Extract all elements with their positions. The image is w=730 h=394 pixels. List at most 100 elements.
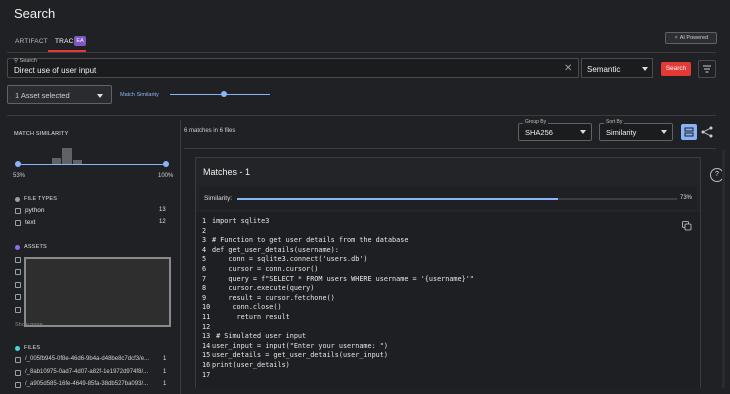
line-number: 9	[202, 293, 207, 302]
line-number: 1	[202, 217, 207, 225]
code-text: query = f"SELECT * FROM users WHERE user…	[212, 274, 474, 283]
code-line: 11 return result	[202, 313, 290, 321]
graph-view-button[interactable]	[699, 124, 715, 140]
sparkle-icon: ✧	[673, 35, 679, 41]
line-number: 4	[202, 245, 207, 254]
similarity-fill	[237, 198, 559, 200]
code-line: 1 import sqlite3	[202, 217, 269, 225]
line-number: 16	[202, 361, 211, 369]
file-type-checkbox[interactable]	[15, 220, 21, 226]
code-text: import sqlite3	[212, 217, 270, 225]
show-more-link[interactable]: Show more	[15, 322, 43, 328]
code-text: user_details = get_user_details(user_inp…	[212, 351, 388, 360]
code-line: 3 # Function to get user details from the…	[202, 236, 408, 244]
copy-button[interactable]	[682, 221, 692, 231]
file-checkbox[interactable]	[15, 357, 21, 363]
chevron-down-icon	[97, 94, 103, 98]
filter-button[interactable]	[698, 60, 716, 78]
code-text: cursor = conn.cursor()	[212, 265, 319, 273]
code-text: user_input = input("Enter your username:…	[212, 341, 388, 350]
ai-powered-button[interactable]: ✧ AI Powered	[665, 32, 717, 44]
code-line: 15 user_details = get_user_details(user_i…	[202, 351, 388, 359]
code-line: 5 conn = sqlite3.connect('users.db')	[202, 255, 368, 263]
file-path: /_8ab10975-0ad7-4d07-a82f-1e1972d974f8/.…	[25, 369, 149, 375]
code-line: 6 cursor = conn.cursor()	[202, 265, 318, 273]
share-graph-icon	[701, 126, 713, 138]
code-text: result = cursor.fetchone()	[212, 293, 335, 302]
tab-artifact[interactable]: ARTIFACT	[15, 38, 48, 45]
search-mode-value: Semantic	[587, 65, 621, 74]
line-number: 13	[202, 332, 211, 341]
range-min-handle[interactable]	[15, 161, 21, 167]
line-number: 15	[202, 351, 211, 360]
search-query-value[interactable]: Direct use of user input	[14, 66, 96, 75]
similarity-percent: 73%	[680, 195, 693, 201]
code-line: 7 query = f"SELECT * FROM users WHERE us…	[202, 275, 474, 283]
files-dot	[15, 346, 20, 351]
code-line: 9 result = cursor.fetchone()	[202, 294, 335, 302]
match-similarity-title: MATCH SIMILARITY	[14, 131, 69, 137]
similarity-label: Similarity:	[204, 195, 233, 202]
assets-title: ASSETS	[24, 244, 47, 250]
file-path: /_005fb945-0f8e-46d6-9b4a-d48be8c7dcf3/e…	[25, 356, 150, 362]
file-type-count: 12	[159, 219, 166, 225]
range-max-label: 100%	[158, 173, 174, 179]
file-type-checkbox[interactable]	[15, 208, 21, 214]
similarity-range-slider[interactable]	[18, 164, 166, 165]
chevron-down-icon	[580, 130, 586, 134]
line-number: 7	[202, 274, 207, 283]
sort-by-label: Sort By	[604, 119, 625, 125]
match-similarity-handle[interactable]	[221, 91, 227, 97]
range-max-handle[interactable]	[163, 161, 169, 167]
code-line: 16 print(user_details)	[202, 361, 290, 369]
copy-icon	[682, 221, 692, 231]
chevron-down-icon	[642, 67, 648, 71]
clear-icon[interactable]: ✕	[564, 63, 572, 74]
asset-checkbox[interactable]	[15, 294, 21, 300]
section-divider	[7, 115, 716, 116]
list-view-button[interactable]	[681, 124, 697, 140]
code-line: 8 cursor.execute(query)	[202, 284, 314, 292]
code-text: def get_user_details(username):	[212, 245, 339, 254]
search-label-text: Search	[19, 58, 37, 64]
asset-checkbox[interactable]	[15, 269, 21, 275]
line-number: 12	[202, 322, 211, 331]
search-button[interactable]: Search	[661, 62, 691, 76]
files-title: FILES	[24, 345, 41, 351]
asset-checkbox[interactable]	[15, 257, 21, 263]
line-number: 5	[202, 255, 207, 264]
group-by-value: SHA256	[525, 128, 553, 137]
code-text: conn = sqlite3.connect('users.db')	[212, 255, 368, 264]
assets-dot	[15, 245, 20, 250]
line-number: 2	[202, 226, 207, 235]
file-count: 1	[163, 381, 167, 387]
code-line: 2	[202, 227, 212, 235]
file-checkbox[interactable]	[15, 382, 21, 388]
tab-divider	[7, 52, 716, 53]
line-number: 17	[202, 370, 211, 379]
match-similarity-slider[interactable]	[170, 94, 270, 95]
search-icon: ⚲	[14, 58, 19, 64]
sidebar-divider	[180, 120, 181, 394]
asset-checkbox[interactable]	[15, 307, 21, 313]
code-line: 17	[202, 371, 212, 379]
file-checkbox[interactable]	[15, 370, 21, 376]
file-type-label: text	[25, 219, 36, 226]
group-by-label: Group By	[523, 119, 549, 125]
code-line: 14 user_input = input("Enter your usernam…	[202, 342, 388, 350]
line-number: 14	[202, 341, 211, 350]
code-text: cursor.execute(query)	[212, 284, 315, 293]
code-line: 4 def get_user_details(username):	[202, 246, 339, 254]
match-similarity-label: Match Similarity	[120, 92, 159, 98]
scrollbar[interactable]	[722, 150, 725, 388]
asset-checkbox[interactable]	[15, 282, 21, 288]
filter-icon	[703, 65, 711, 73]
page-title: Search	[14, 6, 56, 21]
asset-select-value: 1 Asset selected	[15, 91, 70, 100]
line-number: 8	[202, 284, 207, 293]
code-text: return result	[212, 313, 290, 321]
file-type-label: python	[25, 207, 45, 214]
ai-powered-label: AI Powered	[679, 35, 709, 41]
list-icon	[684, 127, 694, 137]
sort-by-value: Similarity	[606, 128, 637, 137]
